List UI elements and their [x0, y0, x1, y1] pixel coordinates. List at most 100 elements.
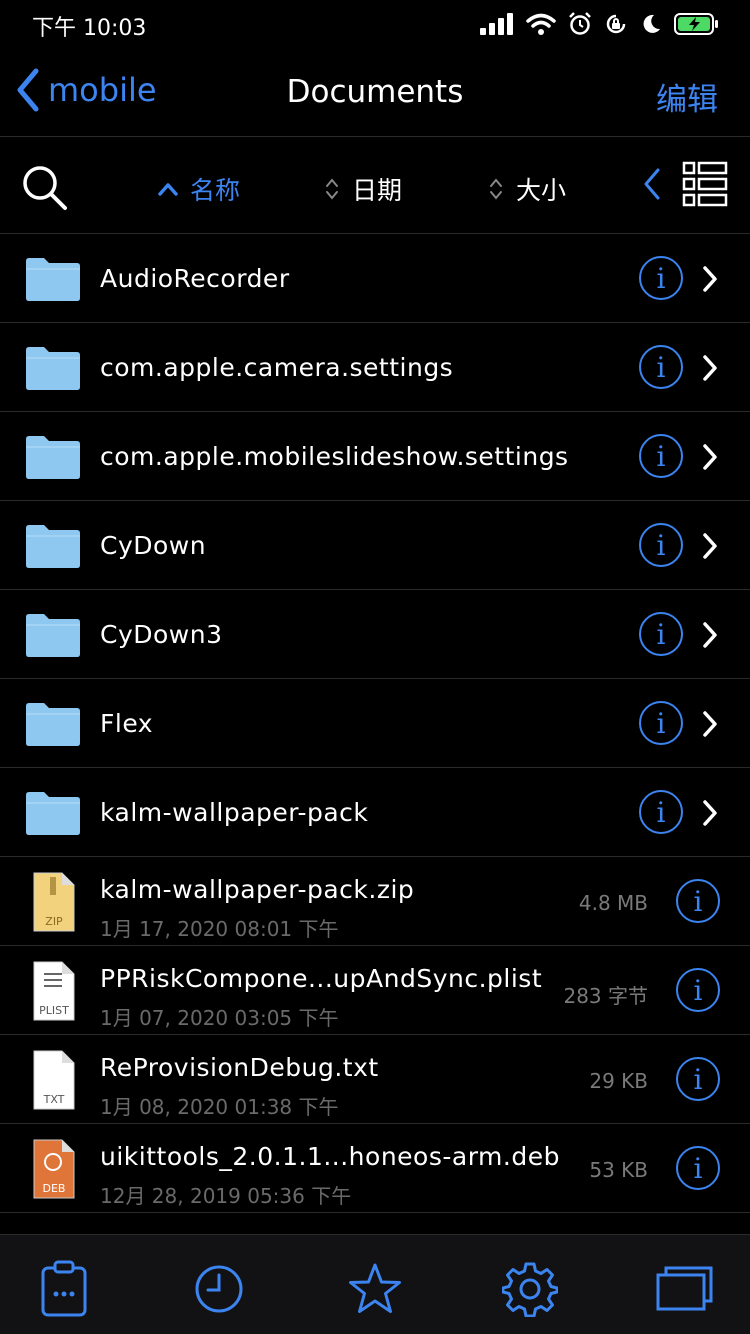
chevron-right-icon [703, 355, 717, 381]
folder-icon [26, 614, 80, 657]
folder-row[interactable]: kalm-wallpaper-pack i [0, 768, 750, 857]
folder-icon [26, 347, 80, 390]
info-button[interactable]: i [639, 612, 683, 656]
open-folder-button[interactable] [700, 798, 720, 832]
folder-name: CyDown3 [100, 620, 223, 649]
tab-recent[interactable] [189, 1259, 249, 1319]
chevron-right-icon [703, 711, 717, 737]
collapse-toolbar-button[interactable] [642, 167, 662, 205]
folder-row[interactable]: CyDown i [0, 501, 750, 590]
info-button[interactable]: i [639, 523, 683, 567]
file-size: 283 字节 [563, 984, 648, 1008]
info-button[interactable]: i [639, 345, 683, 389]
zip-file-icon: ZIP [33, 872, 75, 932]
folder-name: com.apple.camera.settings [100, 353, 454, 382]
info-button[interactable]: i [676, 1146, 720, 1190]
moon-icon [643, 14, 660, 33]
folder-row[interactable]: Flex i [0, 679, 750, 768]
back-button[interactable]: mobile [16, 68, 157, 112]
info-icon: i [656, 261, 666, 295]
deb-file-icon: DEB [33, 1139, 75, 1199]
tab-favorites[interactable] [345, 1259, 405, 1319]
sort-by-date-label: 日期 [352, 176, 403, 205]
clock-icon [195, 1265, 243, 1313]
info-button[interactable]: i [639, 434, 683, 478]
status-bar: 下午 10:03 [0, 0, 750, 50]
folder-name: AudioRecorder [100, 264, 290, 293]
view-mode-button[interactable] [682, 161, 728, 211]
file-name: PPRiskCompone...upAndSync.plist [100, 964, 543, 993]
folder-icon [26, 525, 80, 568]
folder-icon [26, 436, 80, 479]
info-button[interactable]: i [639, 790, 683, 834]
folder-name: kalm-wallpaper-pack [100, 798, 369, 827]
rotation-lock-icon [606, 14, 626, 34]
file-type-label: PLIST [39, 1004, 69, 1017]
sort-by-date-button[interactable]: 日期 [324, 171, 402, 207]
edit-button[interactable]: 编辑 [656, 74, 718, 119]
status-icons [480, 12, 720, 36]
info-button[interactable]: i [676, 879, 720, 923]
list-view-icon [682, 161, 728, 207]
open-folder-button[interactable] [700, 531, 720, 565]
file-icon-wrap: TXT [32, 1049, 76, 1115]
info-button[interactable]: i [676, 1057, 720, 1101]
file-name: uikittools_2.0.1.1...honeos-arm.deb [100, 1142, 560, 1171]
info-button[interactable]: i [639, 256, 683, 300]
back-button-label: mobile [48, 71, 157, 109]
chevron-right-icon [703, 444, 717, 470]
file-icon-wrap: ZIP [32, 871, 76, 937]
sort-toolbar: 名称 日期 大小 [0, 137, 750, 234]
folder-icon-wrap [24, 701, 82, 751]
chevron-left-icon [17, 68, 39, 112]
tab-settings[interactable] [500, 1259, 560, 1319]
sort-ascending-icon [158, 183, 178, 196]
file-name: ReProvisionDebug.txt [100, 1053, 379, 1082]
file-row[interactable]: TXT ReProvisionDebug.txt 1月 08, 2020 01:38… [0, 1035, 750, 1124]
info-icon: i [693, 884, 703, 918]
info-icon: i [693, 1151, 703, 1185]
folder-icon [26, 258, 80, 301]
file-type-label: ZIP [45, 915, 63, 928]
info-icon: i [656, 706, 666, 740]
file-icon-wrap: PLIST [32, 960, 76, 1026]
file-icon-wrap: DEB [32, 1138, 76, 1204]
folder-row[interactable]: AudioRecorder i [0, 234, 750, 323]
folder-icon [26, 703, 80, 746]
open-folder-button[interactable] [700, 620, 720, 654]
file-type-label: DEB [43, 1182, 66, 1195]
chevron-right-icon [703, 800, 717, 826]
open-folder-button[interactable] [700, 709, 720, 743]
open-folder-button[interactable] [700, 442, 720, 476]
file-size: 53 KB [589, 1158, 648, 1182]
tab-clipboard[interactable] [34, 1259, 94, 1319]
folder-icon-wrap [24, 523, 82, 573]
battery-icon [674, 13, 718, 35]
folder-row[interactable]: com.apple.camera.settings i [0, 323, 750, 412]
info-button[interactable]: i [639, 701, 683, 745]
tab-windows[interactable] [655, 1259, 715, 1319]
folder-row[interactable]: CyDown3 i [0, 590, 750, 679]
folder-row[interactable]: com.apple.mobileslideshow.settings i [0, 412, 750, 501]
open-folder-button[interactable] [700, 353, 720, 387]
chevron-right-icon [703, 622, 717, 648]
info-icon: i [656, 439, 666, 473]
file-row[interactable]: PLIST PPRiskCompone...upAndSync.plist 1月 0… [0, 946, 750, 1035]
navigation-bar: mobile Documents 编辑 [0, 50, 750, 137]
info-icon: i [693, 1062, 703, 1096]
folder-icon-wrap [24, 345, 82, 395]
file-date: 1月 08, 2020 01:38 下午 [100, 1095, 339, 1119]
file-row[interactable]: DEB uikittools_2.0.1.1...honeos-arm.deb 12… [0, 1124, 750, 1213]
open-folder-button[interactable] [700, 264, 720, 298]
file-row[interactable]: ZIP kalm-wallpaper-pack.zip 1月 17, 2020 08… [0, 857, 750, 946]
search-icon [23, 166, 67, 210]
info-icon: i [656, 528, 666, 562]
info-button[interactable]: i [676, 968, 720, 1012]
sort-by-name-button[interactable]: 名称 [158, 171, 240, 207]
folder-name: com.apple.mobileslideshow.settings [100, 442, 569, 471]
file-size: 4.8 MB [578, 891, 648, 915]
sort-by-size-button[interactable]: 大小 [488, 171, 566, 207]
folder-name: CyDown [100, 531, 207, 560]
sort-by-size-label: 大小 [516, 176, 567, 205]
search-button[interactable] [20, 163, 68, 215]
